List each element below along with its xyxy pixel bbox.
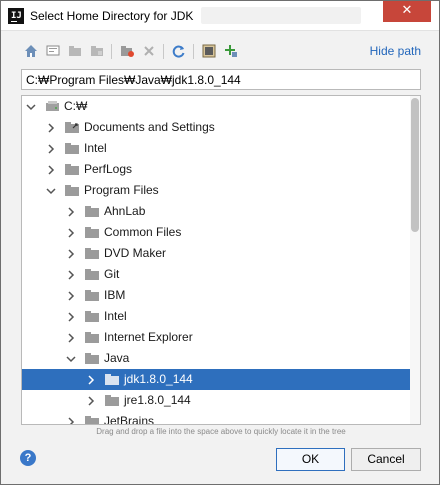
chevron-right-icon[interactable] xyxy=(66,290,76,301)
folder-icon xyxy=(85,268,100,280)
refresh-icon[interactable] xyxy=(169,41,189,61)
folder-icon xyxy=(105,373,120,385)
tree-row-label: Common Files xyxy=(104,225,182,239)
tree-row-label: Program Files xyxy=(84,183,159,197)
folder-icon xyxy=(85,205,100,217)
module-icon[interactable] xyxy=(87,41,107,61)
home-icon[interactable] xyxy=(21,41,41,61)
delete-icon[interactable] xyxy=(139,41,159,61)
ok-button[interactable]: OK xyxy=(276,448,345,471)
tree-row[interactable]: PerfLogs xyxy=(22,159,410,180)
toolbar-separator xyxy=(193,44,194,59)
folder-icon xyxy=(85,289,100,301)
chevron-right-icon[interactable] xyxy=(66,311,76,322)
folder-icon xyxy=(105,394,120,406)
tree-row[interactable]: C:₩ xyxy=(22,96,410,117)
directory-tree[interactable]: JetBrains jre1.8.0_144 jdk1.8.0_144 Java Int… xyxy=(21,95,421,425)
drag-drop-hint: Drag and drop a file into the space abov… xyxy=(96,427,346,436)
chevron-down-icon[interactable] xyxy=(26,101,36,111)
hide-path-link[interactable]: Hide path xyxy=(370,44,421,58)
drive-icon xyxy=(45,100,60,112)
folder-link-icon xyxy=(65,121,80,133)
folder-icon xyxy=(65,163,80,175)
chevron-right-icon[interactable] xyxy=(46,164,56,175)
tree-row[interactable]: Program Files xyxy=(22,180,410,201)
scrollbar-thumb[interactable] xyxy=(411,98,419,232)
help-icon[interactable]: ? xyxy=(20,450,36,466)
tree-row-label: Documents and Settings xyxy=(84,120,215,134)
tree-row[interactable]: Git xyxy=(22,264,410,285)
tree-row[interactable]: Java xyxy=(22,348,410,369)
chevron-right-icon[interactable] xyxy=(86,395,96,406)
folder-icon xyxy=(85,352,100,364)
chevron-right-icon[interactable] xyxy=(66,227,76,238)
folder-icon xyxy=(85,226,100,238)
tree-row[interactable]: DVD Maker xyxy=(22,243,410,264)
chevron-down-icon[interactable] xyxy=(66,353,76,363)
tree-row-label: Intel xyxy=(84,141,107,155)
tree-row-label: C:₩ xyxy=(64,99,88,113)
tree-row[interactable]: Intel xyxy=(22,138,410,159)
folder-icon xyxy=(85,247,100,259)
add-library-icon[interactable] xyxy=(221,41,241,61)
folder-icon xyxy=(85,310,100,322)
dialog-title: Select Home Directory for JDK xyxy=(30,9,194,23)
tree-row[interactable]: jre1.8.0_144 xyxy=(22,390,410,411)
chevron-right-icon[interactable] xyxy=(86,374,96,385)
tree-row-label: AhnLab xyxy=(104,204,146,218)
title-bar: IJ Select Home Directory for JDK ✕ xyxy=(1,1,439,31)
new-folder-icon[interactable] xyxy=(117,41,137,61)
intellij-app-icon: IJ xyxy=(8,8,24,24)
tree-row[interactable]: IBM xyxy=(22,285,410,306)
tree-row-label: Git xyxy=(104,267,120,281)
tree-row-label: JetBrains xyxy=(104,414,155,425)
chevron-right-icon[interactable] xyxy=(66,416,76,424)
path-input[interactable]: C:₩Program Files₩Java₩jdk1.8.0_144 xyxy=(21,69,421,90)
project-icon[interactable] xyxy=(65,41,85,61)
tree-row[interactable]: Documents and Settings xyxy=(22,117,410,138)
tree-row-label: DVD Maker xyxy=(104,246,167,260)
desktop-icon[interactable] xyxy=(43,41,63,61)
tree-row-label: jdk1.8.0_144 xyxy=(124,372,193,386)
tree-row-label: Internet Explorer xyxy=(104,330,193,344)
chevron-down-icon[interactable] xyxy=(46,185,56,195)
chevron-right-icon[interactable] xyxy=(46,122,56,133)
tree-row-label: PerfLogs xyxy=(84,162,133,176)
tree-row[interactable]: Internet Explorer xyxy=(22,327,410,348)
title-blur-area xyxy=(201,7,361,24)
toolbar: Hide path xyxy=(21,41,421,63)
chevron-right-icon[interactable] xyxy=(66,248,76,259)
chevron-right-icon[interactable] xyxy=(66,206,76,217)
close-button[interactable]: ✕ xyxy=(383,1,431,22)
tree-row-selected[interactable]: jdk1.8.0_144 xyxy=(22,369,410,390)
tree-row[interactable]: JetBrains xyxy=(22,411,410,425)
tree-row-label: Java xyxy=(104,351,130,365)
chevron-right-icon[interactable] xyxy=(46,143,56,154)
chevron-right-icon[interactable] xyxy=(66,269,76,280)
tree-row[interactable]: Intel xyxy=(22,306,410,327)
cancel-button[interactable]: Cancel xyxy=(351,448,421,471)
folder-icon xyxy=(85,331,100,343)
folder-icon xyxy=(65,142,80,154)
tree-row[interactable]: AhnLab xyxy=(22,201,410,222)
chevron-right-icon[interactable] xyxy=(66,332,76,343)
tree-row-label: jre1.8.0_144 xyxy=(124,393,191,407)
tree-row-label: Intel xyxy=(104,309,127,323)
toolbar-separator xyxy=(111,44,112,59)
tree-row-label: IBM xyxy=(104,288,126,302)
dialog-window: IJ Select Home Directory for JDK ✕ Hide … xyxy=(0,0,440,485)
toolbar-separator xyxy=(163,44,164,59)
folder-icon xyxy=(65,184,80,196)
folder-icon xyxy=(85,415,100,424)
show-hidden-icon[interactable] xyxy=(199,41,219,61)
tree-row[interactable]: Common Files xyxy=(22,222,410,243)
tree-scrollbar[interactable] xyxy=(410,96,420,424)
